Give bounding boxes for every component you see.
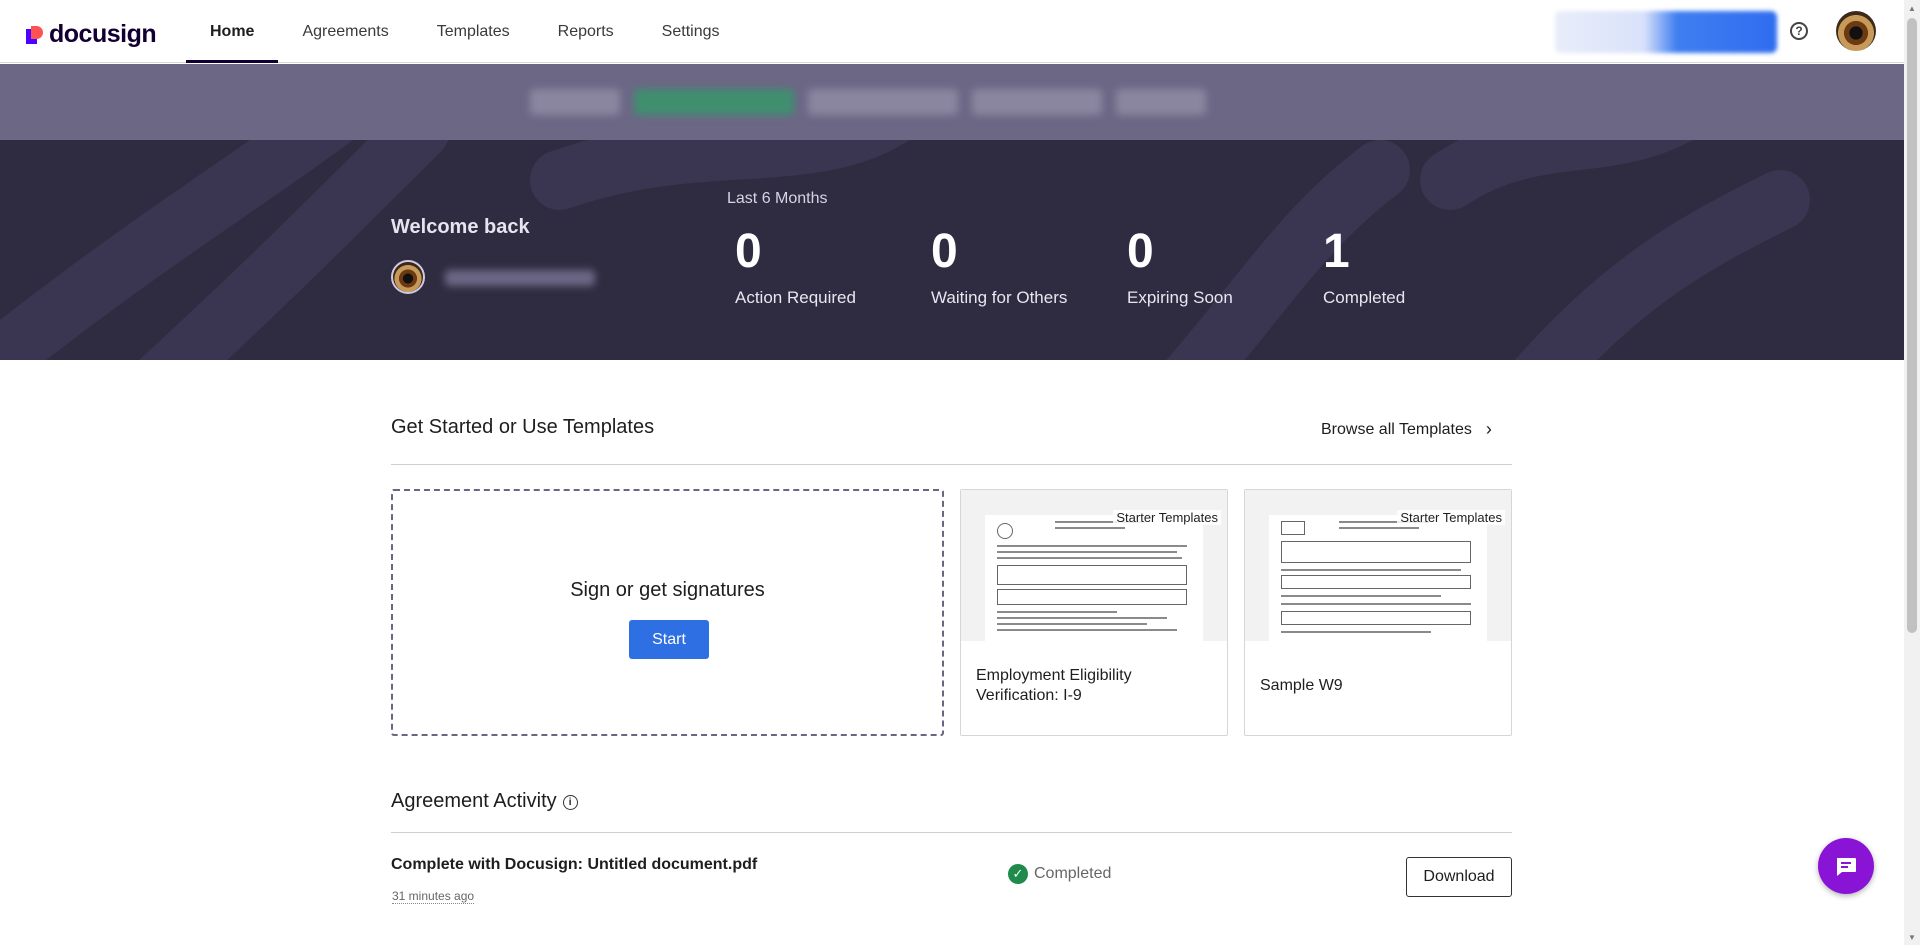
activity-heading: Agreement Activity i	[391, 790, 578, 813]
document-preview-icon	[1269, 515, 1487, 641]
tab-reports[interactable]: Reports	[534, 0, 638, 63]
activity-row-title[interactable]: Complete with Docusign: Untitled documen…	[391, 856, 757, 874]
docusign-logo[interactable]: docusign	[26, 20, 157, 49]
document-preview-icon	[985, 515, 1203, 641]
stat-waiting-for-others[interactable]: 0 Waiting for Others	[931, 228, 1067, 308]
scroll-up-icon[interactable]: ▲	[1904, 0, 1920, 16]
template-thumbnail: Starter Templates	[1245, 490, 1511, 641]
tab-settings[interactable]: Settings	[638, 0, 744, 63]
template-card-w9[interactable]: Starter Templates Sample W9	[1244, 489, 1512, 736]
user-name-blurred	[445, 270, 595, 286]
browse-templates-link[interactable]: Browse all Templates ›	[1321, 419, 1492, 440]
template-name: Sample W9	[1260, 677, 1343, 694]
scrollbar-thumb[interactable]	[1907, 18, 1917, 633]
chevron-right-icon: ›	[1485, 419, 1492, 439]
dashboard-hero: Welcome back Last 6 Months 0 Action Requ…	[0, 140, 1904, 360]
starter-templates-badge: Starter Templates	[1113, 510, 1221, 525]
tab-home[interactable]: Home	[186, 0, 279, 63]
stat-action-required[interactable]: 0 Action Required	[735, 228, 856, 308]
stat-completed[interactable]: 1 Completed	[1323, 228, 1405, 308]
sign-heading: Sign or get signatures	[570, 579, 765, 601]
hero-avatar	[391, 260, 425, 294]
info-icon[interactable]: i	[562, 795, 578, 810]
stat-label: Expiring Soon	[1127, 288, 1233, 307]
stat-value: 0	[735, 225, 763, 278]
blurred-banner-content	[530, 80, 1390, 124]
template-card-i9[interactable]: Starter Templates Employment Eligibility…	[960, 489, 1228, 736]
chat-bubble-icon	[1837, 858, 1856, 876]
stat-label: Waiting for Others	[931, 288, 1068, 307]
template-name: Employment Eligibility Verification: I-9	[976, 667, 1132, 704]
templates-heading: Get Started or Use Templates	[391, 416, 655, 438]
tab-templates[interactable]: Templates	[413, 0, 534, 63]
stat-label: Action Required	[735, 288, 856, 307]
stat-value: 1	[1323, 225, 1351, 278]
start-button[interactable]: Start	[629, 620, 709, 659]
browse-templates-label: Browse all Templates	[1321, 420, 1472, 438]
section-divider	[391, 464, 1512, 465]
chat-button[interactable]	[1818, 838, 1874, 894]
activity-heading-text: Agreement Activity	[391, 790, 557, 812]
notification-strip	[0, 64, 1904, 140]
check-circle-icon: ✓	[1008, 864, 1028, 884]
stat-value: 0	[931, 225, 959, 278]
status-text: Completed	[1034, 865, 1112, 882]
activity-row-time: 31 minutes ago	[392, 889, 475, 904]
nav-tabs: Home Agreements Templates Reports Settin…	[186, 0, 743, 63]
logo-mark-icon	[26, 25, 44, 44]
download-button[interactable]: Download	[1406, 857, 1512, 897]
scroll-down-icon[interactable]: ▼	[1904, 929, 1920, 945]
user-avatar[interactable]	[1836, 11, 1876, 51]
logo-text: docusign	[49, 20, 157, 48]
top-navigation: docusign Home Agreements Templates Repor…	[0, 0, 1904, 63]
period-label: Last 6 Months	[727, 190, 828, 207]
stat-label: Completed	[1323, 288, 1406, 307]
stat-value: 0	[1127, 225, 1155, 278]
template-thumbnail: Starter Templates	[961, 490, 1227, 641]
status-badge: ✓ Completed	[1008, 864, 1111, 884]
account-switcher-blurred[interactable]	[1555, 11, 1777, 53]
tab-agreements[interactable]: Agreements	[278, 0, 412, 63]
sign-dropzone[interactable]: Sign or get signatures Start	[391, 489, 944, 736]
section-divider	[391, 832, 1512, 833]
stat-expiring-soon[interactable]: 0 Expiring Soon	[1127, 228, 1233, 308]
starter-templates-badge: Starter Templates	[1397, 510, 1505, 525]
help-circle-icon[interactable]: ?	[1790, 22, 1808, 40]
welcome-heading: Welcome back	[391, 216, 530, 238]
